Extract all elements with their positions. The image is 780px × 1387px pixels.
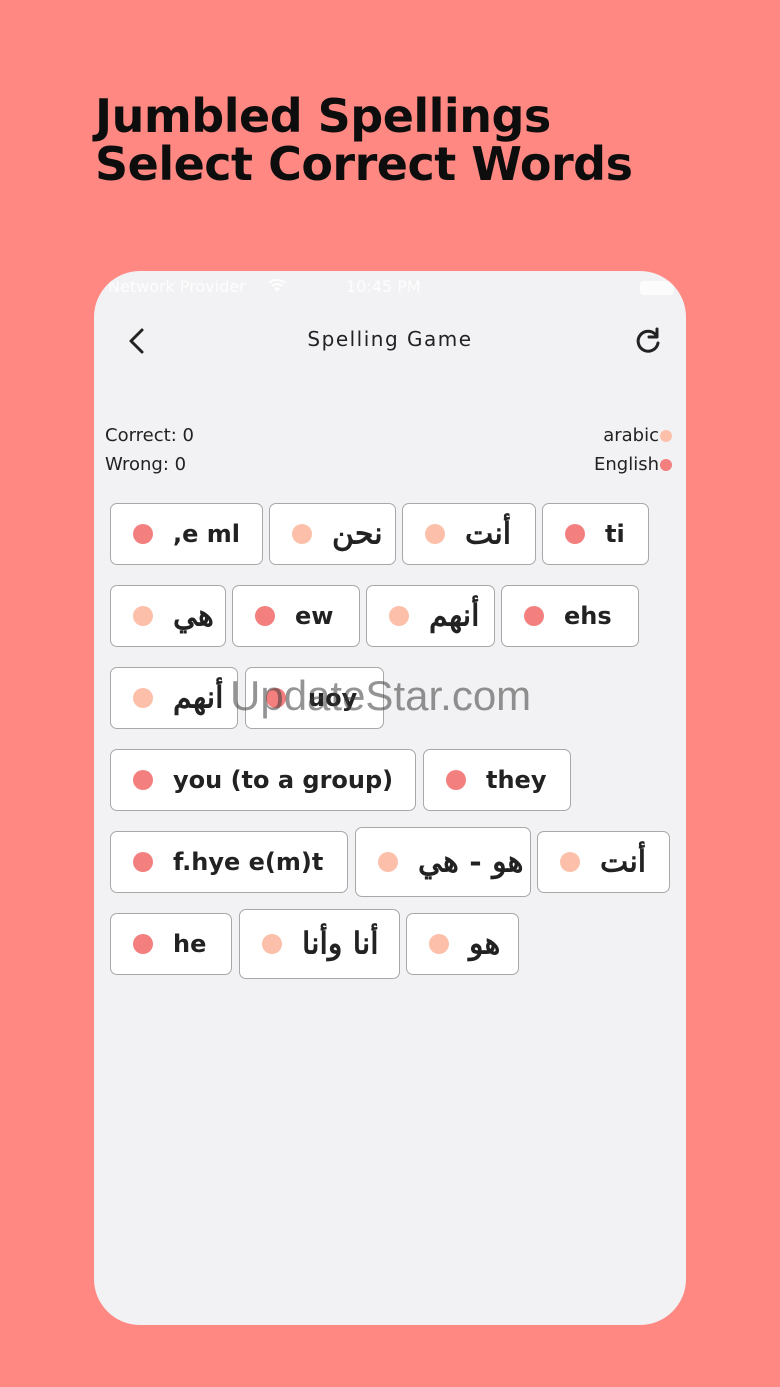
word-chip[interactable]: هو - هي (355, 827, 531, 897)
language-dot (133, 606, 153, 626)
language-dot (446, 770, 466, 790)
chip-word: هو (469, 926, 501, 962)
correct-count: Correct: 0 (105, 425, 194, 446)
language-dot (133, 524, 153, 544)
language-dot (425, 524, 445, 544)
carrier-label: Network Provider (108, 277, 246, 296)
legend: arabic English (594, 421, 672, 479)
chip-word: هي (173, 598, 214, 634)
legend-english-dot (660, 458, 672, 471)
chip-word: ehs (564, 602, 612, 630)
language-dot (262, 934, 282, 954)
nav-bar: Spelling Game (94, 321, 686, 361)
word-chip[interactable]: هي (110, 585, 226, 647)
chip-word: أنهم (429, 598, 480, 634)
battery-icon (640, 281, 674, 295)
word-chip[interactable]: نحن (269, 503, 396, 565)
word-chip[interactable]: ew (232, 585, 360, 647)
chip-word: f.hye e(m)t (173, 848, 324, 876)
word-chip[interactable]: أنهم (110, 667, 238, 729)
status-time: 10:45 PM (346, 277, 421, 296)
chip-word: أنت (465, 516, 512, 552)
phone-screen: Network Provider 10:45 PM Spelling Game … (94, 271, 686, 1325)
status-bar: Network Provider 10:45 PM (94, 277, 686, 301)
headline-line-2: Select Correct Words (95, 137, 633, 191)
refresh-button[interactable] (632, 325, 664, 357)
chip-word: أنهم (173, 680, 224, 716)
word-chip[interactable]: ti (542, 503, 649, 565)
language-dot (560, 852, 580, 872)
legend-english-label: English (594, 454, 659, 475)
language-dot (133, 770, 153, 790)
chip-word: أنا وأنا (302, 926, 379, 962)
chip-word: أنت (600, 844, 647, 880)
language-dot (389, 606, 409, 626)
chip-word: ,e ml (173, 520, 240, 548)
chip-word: uoy (308, 684, 358, 712)
wrong-count: Wrong: 0 (105, 454, 187, 475)
language-dot (133, 852, 153, 872)
language-dot (292, 524, 312, 544)
word-chip[interactable]: أنت (402, 503, 536, 565)
word-chip[interactable]: أنهم (366, 585, 495, 647)
word-chip[interactable]: أنت (537, 831, 670, 893)
word-chip[interactable]: أنا وأنا (239, 909, 400, 979)
chip-word: ti (605, 520, 625, 548)
legend-arabic-dot (660, 429, 672, 442)
language-dot (266, 688, 286, 708)
language-dot (429, 934, 449, 954)
legend-english: English (594, 450, 672, 479)
word-chip[interactable]: ehs (501, 585, 639, 647)
language-dot (133, 934, 153, 954)
word-chip[interactable]: uoy (245, 667, 384, 729)
chip-word: نحن (332, 516, 383, 552)
refresh-icon (636, 327, 660, 353)
chip-word: you (to a group) (173, 766, 394, 794)
word-chip[interactable]: هو (406, 913, 519, 975)
language-dot (133, 688, 153, 708)
language-dot (565, 524, 585, 544)
headline: Jumbled Spellings Select Correct Words (95, 89, 633, 191)
word-chip[interactable]: f.hye e(m)t (110, 831, 348, 893)
score-panel: Correct: 0 Wrong: 0 (105, 421, 194, 479)
word-chip[interactable]: they (423, 749, 571, 811)
language-dot (255, 606, 275, 626)
page-title: Spelling Game (307, 327, 473, 351)
headline-line-1: Jumbled Spellings (95, 89, 551, 143)
chip-word: هو - هي (418, 844, 524, 880)
legend-arabic-label: arabic (603, 425, 659, 446)
chip-word: ew (295, 602, 334, 630)
chip-word: he (173, 930, 207, 958)
word-chip[interactable]: he (110, 913, 232, 975)
word-chip[interactable]: you (to a group) (110, 749, 416, 811)
word-chip[interactable]: ,e ml (110, 503, 263, 565)
language-dot (524, 606, 544, 626)
chip-word: they (486, 766, 547, 794)
wifi-icon (266, 275, 288, 299)
language-dot (378, 852, 398, 872)
legend-arabic: arabic (594, 421, 672, 450)
